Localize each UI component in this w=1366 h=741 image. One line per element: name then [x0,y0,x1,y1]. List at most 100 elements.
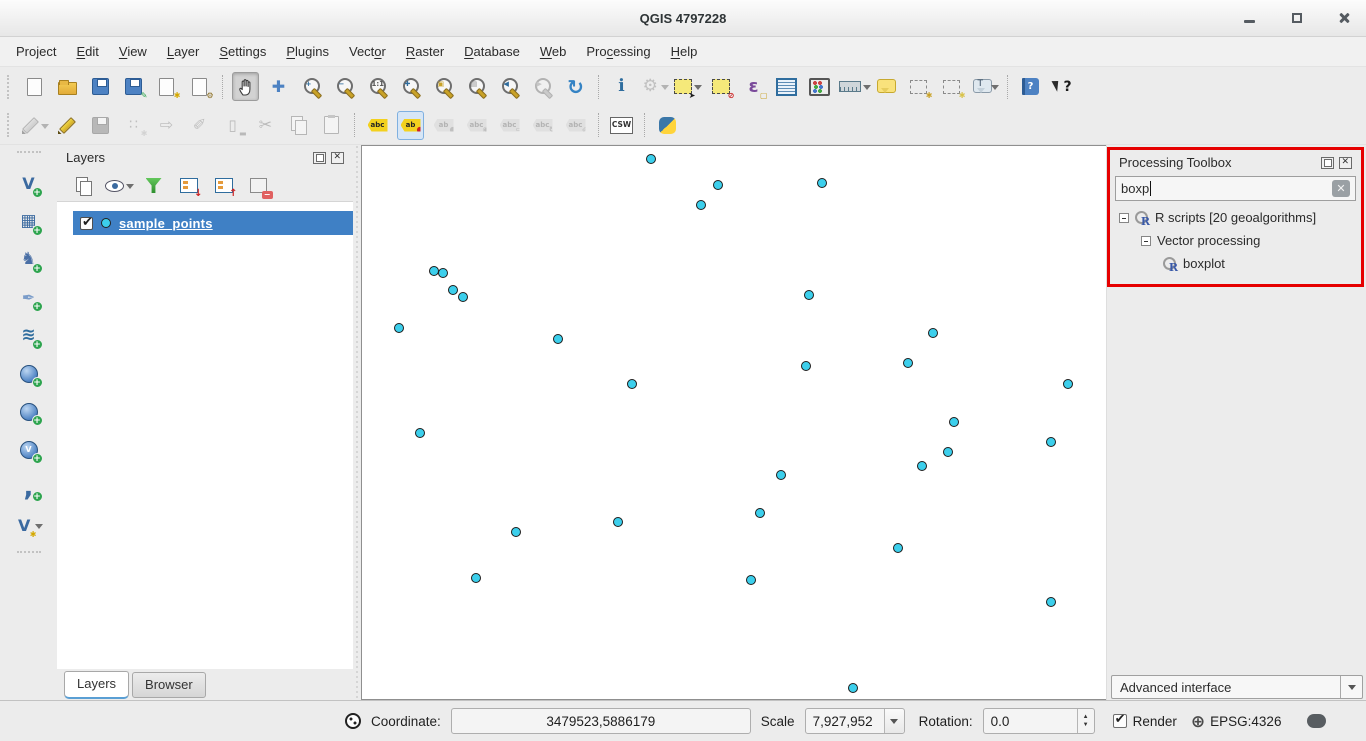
chevron-down-icon[interactable] [693,82,701,91]
menu-processing[interactable]: Processing [576,40,660,63]
tab-browser[interactable]: Browser [132,672,206,698]
zoom-to-selection-button[interactable]: ▣ [430,72,457,101]
rotation-spinbox[interactable]: 0.0 ▲▼ [983,708,1095,734]
metasearch-csw-button[interactable]: CSW [608,111,635,140]
map-tips-button[interactable] [872,72,899,101]
select-features-button[interactable]: ➤ [674,72,701,101]
deselect-features-button[interactable]: ⊘ [707,72,734,101]
open-attribute-table-button[interactable] [773,72,800,101]
zoom-full-button[interactable]: ✚ [397,72,424,101]
zoom-in-button[interactable]: + [298,72,325,101]
menu-plugins[interactable]: Plugins [276,40,339,63]
coordinate-input[interactable]: 3479523,5886179 [451,708,751,734]
layer-checkbox[interactable]: ✔ [80,217,93,230]
identify-features-button[interactable]: ℹ [608,72,635,101]
show-bookmarks-button[interactable]: ✱ [938,72,965,101]
spin-down-icon[interactable]: ▼ [1083,722,1089,728]
map-canvas[interactable] [361,145,1106,700]
pan-to-selection-button[interactable]: ✚ [265,72,292,101]
collapse-expander-icon[interactable] [1141,236,1151,246]
minimize-button[interactable] [1243,12,1256,25]
tab-layers[interactable]: Layers [64,671,129,699]
manage-layer-visibility-button[interactable] [105,171,132,200]
chevron-down-icon[interactable] [1340,676,1362,698]
panel-splitter[interactable] [353,145,361,700]
interface-mode-select[interactable]: Advanced interface [1111,675,1363,699]
add-spatialite-layer-button[interactable]: ✒+ [15,283,42,312]
zoom-to-layer-button[interactable]: ▤ [463,72,490,101]
new-shapefile-layer-button[interactable]: V✱ [15,511,42,540]
open-layer-styling-button[interactable] [70,171,97,200]
save-project-button[interactable] [87,72,114,101]
processing-search-input[interactable]: boxp ✕ [1115,176,1356,201]
refresh-map-button[interactable]: ↻ [562,72,589,101]
menu-database[interactable]: Database [454,40,530,63]
chevron-down-icon[interactable] [34,521,42,530]
menu-raster[interactable]: Raster [396,40,454,63]
layer-item-sample-points[interactable]: ✔ sample_points [73,211,353,235]
crs-status-button[interactable]: ⊕ EPSG:4326 [1191,713,1282,730]
chevron-down-icon[interactable] [990,82,998,91]
menu-settings[interactable]: Settings [209,40,276,63]
chevron-down-icon[interactable] [125,181,132,190]
maximize-button[interactable] [1290,12,1303,25]
tree-item-r-scripts-20-geoalgorithms[interactable]: RR scripts [20 geoalgorithms] [1110,206,1361,229]
menu-view[interactable]: View [109,40,157,63]
collapse-all-button[interactable]: ↑ [210,171,237,200]
mouse-position-icon[interactable] [345,713,361,729]
layer-labeling-button[interactable]: abc [364,111,391,140]
help-contents-button[interactable]: ? [1017,72,1044,101]
toggle-editing-button[interactable] [54,111,81,140]
field-calculator-button[interactable] [806,72,833,101]
tree-item-vector-processing[interactable]: Vector processing [1110,229,1361,252]
add-postgis-layer-button[interactable]: ♞+ [15,245,42,274]
collapse-expander-icon[interactable] [1119,213,1129,223]
add-oracle-layer-button[interactable]: + [15,359,42,388]
menu-project[interactable]: Project [6,40,66,63]
add-raster-layer-button[interactable]: ▦+ [15,207,42,236]
zoom-last-button[interactable]: ◀ [496,72,523,101]
add-wms-layer-button[interactable]: + [15,397,42,426]
tree-item-boxplot[interactable]: Rboxplot [1110,252,1361,275]
text-annotation-button[interactable]: T [971,72,998,101]
panel-close-icon[interactable] [1339,157,1352,169]
label-pin-button[interactable]: ab● [397,111,424,140]
new-project-button[interactable] [21,72,48,101]
open-project-button[interactable] [54,72,81,101]
spin-up-icon[interactable]: ▲ [1083,714,1089,720]
add-vector-layer-button[interactable]: V+ [15,169,42,198]
menu-web[interactable]: Web [530,40,577,63]
measure-button[interactable] [839,72,866,101]
chevron-down-icon[interactable] [40,121,48,130]
whats-this-button[interactable]: ? [1050,72,1077,101]
menu-edit[interactable]: Edit [66,40,108,63]
add-delimited-text-layer-button[interactable]: ,+ [15,473,42,502]
select-by-expression-button[interactable]: ε▢ [740,72,767,101]
close-button[interactable] [1337,12,1350,25]
add-mssql-layer-button[interactable]: ≋+ [15,321,42,350]
filter-legend-button[interactable] [140,171,167,200]
pan-map-button[interactable] [232,72,259,101]
render-checkbox[interactable]: ✔ Render [1113,714,1177,729]
python-console-button[interactable] [654,111,681,140]
new-bookmark-button[interactable]: ✱ [905,72,932,101]
scale-combo[interactable]: 7,927,952 [805,708,905,734]
menu-vector[interactable]: Vector [339,40,396,63]
spin-arrows[interactable]: ▲▼ [1077,709,1094,733]
messages-icon[interactable] [1307,714,1326,728]
panel-float-icon[interactable] [313,152,326,164]
chevron-down-icon[interactable] [862,82,866,91]
expand-all-button[interactable]: ↓ [175,171,202,200]
new-print-composer-button[interactable]: ✱ [153,72,180,101]
chevron-down-icon[interactable] [884,709,904,733]
menu-help[interactable]: Help [661,40,708,63]
save-project-as-button[interactable]: ✎ [120,72,147,101]
panel-float-icon[interactable] [1321,157,1334,169]
clear-search-icon[interactable]: ✕ [1332,180,1350,197]
zoom-out-button[interactable]: − [331,72,358,101]
remove-layer-button[interactable]: − [245,171,272,200]
menu-layer[interactable]: Layer [157,40,210,63]
composer-manager-button[interactable]: ⚙ [186,72,213,101]
add-wfs-layer-button[interactable]: V+ [15,435,42,464]
panel-close-icon[interactable] [331,152,344,164]
